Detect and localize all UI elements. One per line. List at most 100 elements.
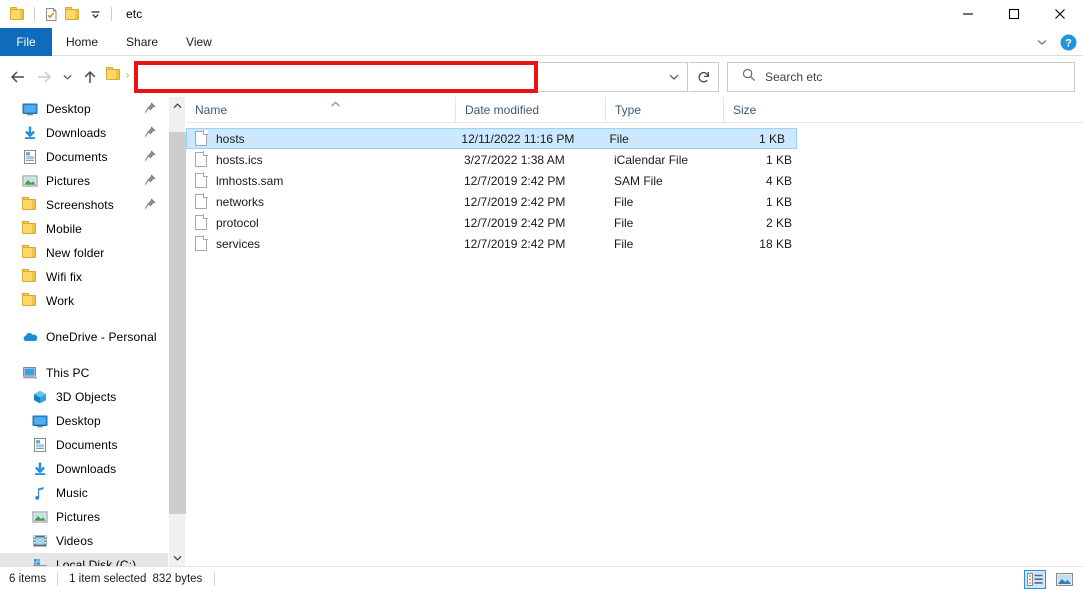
back-arrow-icon[interactable] [5, 62, 31, 92]
table-row[interactable]: services 12/7/2019 2:42 PM File 18 KB [186, 233, 1083, 254]
file-size-cell: 1 KB [765, 152, 792, 167]
sidebar-item-documents-pc[interactable]: Documents [0, 433, 168, 457]
sidebar-item-3d-objects[interactable]: 3D Objects [0, 385, 168, 409]
folder-icon [22, 245, 38, 261]
new-folder-icon[interactable] [62, 3, 84, 25]
file-icon [195, 214, 208, 230]
sidebar-item-work[interactable]: Work [0, 289, 168, 313]
sidebar-item-wifi-fix[interactable]: Wifi fix [0, 265, 168, 289]
item-count-label: 6 items [9, 573, 47, 585]
sidebar-item-label: Documents [46, 150, 108, 164]
details-view-icon[interactable] [1024, 570, 1046, 589]
file-type-cell: iCalendar File [614, 152, 689, 167]
file-type-cell: File [614, 236, 634, 251]
folder-icon [22, 293, 38, 309]
pin-icon[interactable] [144, 198, 156, 210]
sidebar-item-downloads-pc[interactable]: Downloads [0, 457, 168, 481]
downloads-icon [22, 125, 38, 141]
chevron-down-icon[interactable] [1031, 31, 1053, 53]
sidebar-item-desktop-pc[interactable]: Desktop [0, 409, 168, 433]
column-header-type[interactable]: Type [605, 96, 723, 123]
divider [34, 7, 35, 21]
sidebar-item-label: Videos [56, 534, 94, 548]
scroll-down-icon[interactable] [169, 549, 186, 566]
tab-view[interactable]: View [172, 28, 226, 56]
sidebar-item-pictures[interactable]: Pictures [0, 169, 168, 193]
recent-locations-chevron-icon[interactable] [57, 62, 77, 92]
sidebar-item-screenshots[interactable]: Screenshots [0, 193, 168, 217]
pin-icon[interactable] [144, 174, 156, 186]
help-icon[interactable]: ? [1057, 31, 1079, 53]
up-arrow-icon[interactable] [77, 62, 103, 92]
sidebar-item-music[interactable]: Music [0, 481, 168, 505]
refresh-icon[interactable] [689, 62, 719, 92]
sidebar-item-label: Desktop [56, 414, 101, 428]
divider [111, 7, 112, 21]
table-row[interactable]: hosts 12/11/2022 11:16 PM File 1 KB [186, 128, 797, 149]
address-dropdown-chevron-icon[interactable] [660, 62, 688, 92]
chevron-down-icon[interactable] [84, 3, 106, 25]
sidebar-item-local-disk-c[interactable]: Local Disk (C:) [0, 553, 168, 566]
sidebar-item-pictures-pc[interactable]: Pictures [0, 505, 168, 529]
table-row[interactable]: protocol 12/7/2019 2:42 PM File 2 KB [186, 212, 1083, 233]
pin-icon[interactable] [144, 102, 156, 114]
sidebar-item-label: Music [56, 486, 88, 500]
documents-icon [32, 437, 48, 453]
quick-access-toolbar [0, 0, 117, 28]
sidebar-item-label: Downloads [46, 126, 107, 140]
file-explorer-window: etc File Home Share View ? › Search etc … [0, 0, 1083, 591]
column-header-size[interactable]: Size [723, 96, 803, 123]
sidebar-item-mobile[interactable]: Mobile [0, 217, 168, 241]
sidebar-item-downloads[interactable]: Downloads [0, 121, 168, 145]
sidebar-item-this-pc[interactable]: This PC [0, 361, 168, 385]
file-icon [195, 193, 208, 209]
search-input[interactable]: Search etc [765, 70, 822, 84]
sidebar-item-new-folder[interactable]: New folder [0, 241, 168, 265]
large-icons-view-icon[interactable] [1053, 570, 1075, 589]
scroll-up-icon[interactable] [169, 97, 186, 114]
file-type-cell: SAM File [614, 173, 663, 188]
folder-icon [22, 221, 38, 237]
address-folder-icon [106, 67, 122, 81]
videos-icon [32, 533, 48, 549]
file-date-cell: 12/7/2019 2:42 PM [464, 173, 566, 188]
navigation-pane-scrollbar[interactable] [168, 97, 186, 566]
column-header-name[interactable]: Name [186, 97, 455, 123]
title-bar: etc [0, 0, 1083, 28]
minimize-icon[interactable] [945, 0, 991, 28]
file-icon [195, 130, 208, 146]
scrollbar-thumb[interactable] [169, 132, 186, 514]
file-name: hosts [216, 131, 245, 146]
table-row[interactable]: lmhosts.sam 12/7/2019 2:42 PM SAM File 4… [186, 170, 1083, 191]
properties-icon[interactable] [40, 3, 62, 25]
sidebar-item-documents[interactable]: Documents [0, 145, 168, 169]
ribbon-tabs: File Home Share View ? [0, 28, 1083, 56]
table-row[interactable]: hosts.ics 3/27/2022 1:38 AM iCalendar Fi… [186, 149, 1083, 170]
pin-icon[interactable] [144, 126, 156, 138]
file-rows: hosts 12/11/2022 11:16 PM File 1 KB host… [186, 123, 1083, 254]
tab-share[interactable]: Share [112, 28, 172, 56]
sidebar-item-videos[interactable]: Videos [0, 529, 168, 553]
column-header-date-modified[interactable]: Date modified [455, 96, 605, 123]
music-icon [32, 485, 48, 501]
tab-file[interactable]: File [0, 28, 52, 56]
tab-home[interactable]: Home [52, 28, 112, 56]
sidebar-item-onedrive[interactable]: OneDrive - Personal [0, 325, 168, 349]
file-date-cell: 12/7/2019 2:42 PM [464, 215, 566, 230]
view-mode-buttons [1024, 567, 1075, 591]
search-box[interactable]: Search etc [727, 62, 1075, 92]
file-icon [195, 235, 208, 251]
folder-icon[interactable] [7, 3, 29, 25]
status-bar: 6 items 1 item selected 832 bytes [0, 566, 1083, 591]
pin-icon[interactable] [144, 150, 156, 162]
table-row[interactable]: networks 12/7/2019 2:42 PM File 1 KB [186, 191, 1083, 212]
maximize-icon[interactable] [991, 0, 1037, 28]
file-size-cell: 18 KB [759, 236, 792, 251]
close-icon[interactable] [1037, 0, 1083, 28]
folder-icon [22, 269, 38, 285]
divider [57, 572, 59, 586]
window-controls [945, 0, 1083, 28]
sidebar-item-desktop[interactable]: Desktop [0, 97, 168, 121]
